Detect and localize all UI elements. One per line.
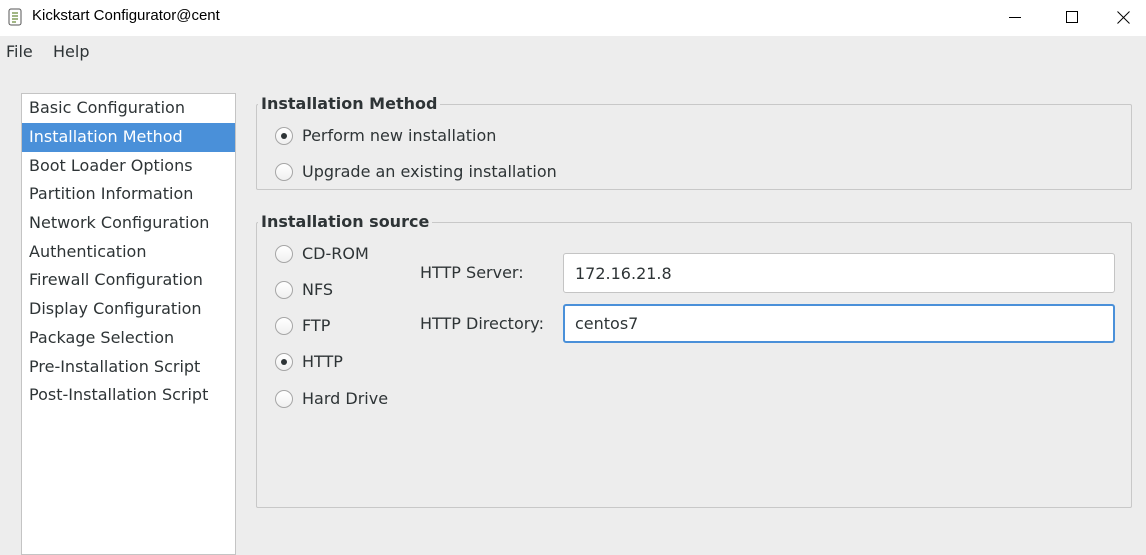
nav-item-display-configuration[interactable]: Display Configuration: [22, 295, 235, 324]
menu-bar: File Help: [0, 36, 1146, 66]
menu-help[interactable]: Help: [53, 42, 89, 61]
maximize-button[interactable]: [1043, 0, 1101, 34]
minimize-icon: [1009, 17, 1021, 18]
title-bar: Kickstart Configurator@cent: [0, 0, 1146, 36]
close-button[interactable]: [1100, 0, 1146, 34]
menu-file[interactable]: File: [6, 42, 33, 61]
radio-checked-icon[interactable]: [275, 126, 293, 145]
nav-item-network-configuration[interactable]: Network Configuration: [22, 209, 235, 238]
radio-unchecked-icon[interactable]: [275, 389, 293, 408]
radio-nfs[interactable]: NFS: [275, 280, 333, 299]
nav-item-basic-configuration[interactable]: Basic Configuration: [22, 94, 235, 123]
nav-item-package-selection[interactable]: Package Selection: [22, 324, 235, 353]
close-icon: [1116, 10, 1130, 24]
app-icon: [8, 8, 22, 26]
window-title: Kickstart Configurator@cent: [32, 7, 220, 24]
http-directory-label: HTTP Directory:: [420, 314, 544, 333]
nav-item-firewall-configuration[interactable]: Firewall Configuration: [22, 266, 235, 295]
radio-cd-rom[interactable]: CD-ROM: [275, 244, 369, 263]
section-list: Basic Configuration Installation Method …: [21, 93, 236, 555]
http-server-label: HTTP Server:: [420, 263, 524, 282]
radio-unchecked-icon[interactable]: [275, 280, 293, 299]
radio-label: HTTP: [302, 352, 343, 371]
maximize-icon: [1066, 11, 1078, 23]
radio-label: Hard Drive: [302, 389, 389, 408]
http-server-input[interactable]: [563, 253, 1115, 293]
installation-method-legend: Installation Method: [258, 94, 441, 113]
nav-item-boot-loader-options[interactable]: Boot Loader Options: [22, 152, 235, 181]
nav-item-post-installation-script[interactable]: Post-Installation Script: [22, 381, 235, 410]
nav-item-authentication[interactable]: Authentication: [22, 238, 235, 267]
radio-upgrade-existing-installation[interactable]: Upgrade an existing installation: [275, 162, 557, 181]
radio-label: Upgrade an existing installation: [302, 162, 557, 181]
nav-item-installation-method[interactable]: Installation Method: [22, 123, 235, 152]
installation-source-legend: Installation source: [258, 212, 433, 231]
radio-ftp[interactable]: FTP: [275, 316, 330, 335]
radio-checked-icon[interactable]: [275, 352, 293, 371]
radio-http[interactable]: HTTP: [275, 352, 343, 371]
radio-perform-new-installation[interactable]: Perform new installation: [275, 126, 496, 145]
nav-item-partition-information[interactable]: Partition Information: [22, 180, 235, 209]
radio-unchecked-icon[interactable]: [275, 316, 293, 335]
minimize-button[interactable]: [986, 0, 1044, 34]
radio-unchecked-icon[interactable]: [275, 244, 293, 263]
radio-label: NFS: [302, 280, 334, 299]
radio-unchecked-icon[interactable]: [275, 162, 293, 181]
radio-label: CD-ROM: [302, 244, 369, 263]
radio-hard-drive[interactable]: Hard Drive: [275, 389, 388, 408]
nav-item-pre-installation-script[interactable]: Pre-Installation Script: [22, 353, 235, 382]
radio-label: Perform new installation: [302, 126, 497, 145]
radio-label: FTP: [302, 316, 331, 335]
http-directory-input[interactable]: [563, 304, 1115, 343]
